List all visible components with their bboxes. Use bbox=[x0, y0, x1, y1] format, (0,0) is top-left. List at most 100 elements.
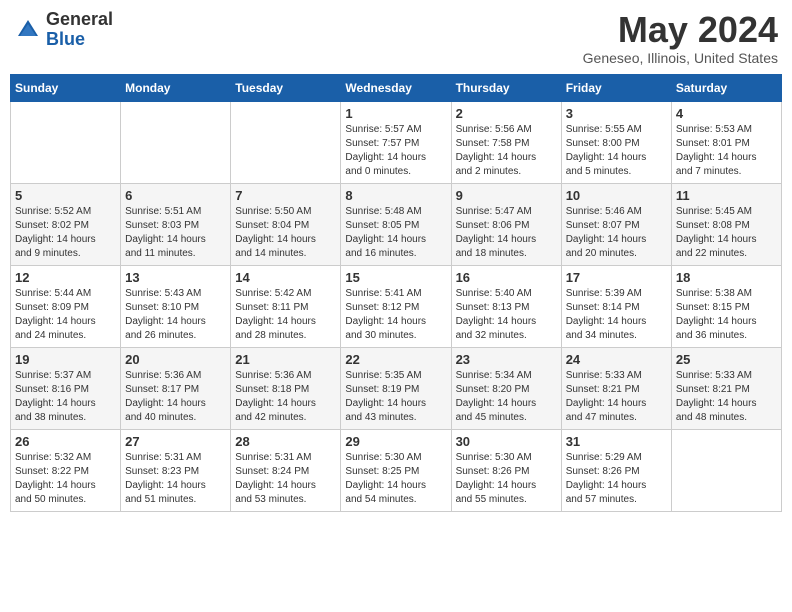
calendar-body: 1 Sunrise: 5:57 AM Sunset: 7:57 PM Daylig… bbox=[11, 101, 782, 511]
day-info: Sunrise: 5:36 AM Sunset: 8:17 PM Dayligh… bbox=[125, 369, 226, 425]
calendar-cell: 3Sunrise: 5:55 AM Sunset: 8:00 PM Daylig… bbox=[561, 101, 671, 183]
day-info: Sunrise: 5:31 AM Sunset: 8:23 PM Dayligh… bbox=[125, 451, 226, 507]
day-info: Sunrise: 5:37 AM Sunset: 8:16 PM Dayligh… bbox=[15, 369, 116, 425]
calendar-cell: 26 Sunrise: 5:32 AM Sunset: 8:22 PM Dayli… bbox=[11, 429, 121, 511]
day-number: 10 bbox=[566, 188, 667, 203]
day-info: Sunrise: 5:35 AM Sunset: 8:19 PM Dayligh… bbox=[345, 369, 446, 425]
day-info: Sunrise: 5:45 AM Sunset: 8:08 PM Dayligh… bbox=[676, 205, 777, 261]
day-number: 15 bbox=[345, 270, 446, 285]
calendar-cell: 23 Sunrise: 5:34 AM Sunset: 8:20 PM Dayli… bbox=[451, 347, 561, 429]
calendar-cell: 24Sunrise: 5:33 AM Sunset: 8:21 PM Dayli… bbox=[561, 347, 671, 429]
logo-text: General Blue bbox=[46, 10, 113, 50]
weekday-header-thursday: Thursday bbox=[451, 74, 561, 101]
day-number: 5 bbox=[15, 188, 116, 203]
calendar-cell: 27 Sunrise: 5:31 AM Sunset: 8:23 PM Dayli… bbox=[121, 429, 231, 511]
weekday-header-friday: Friday bbox=[561, 74, 671, 101]
day-info: Sunrise: 5:57 AM Sunset: 7:57 PM Dayligh… bbox=[345, 123, 446, 179]
calendar-cell bbox=[121, 101, 231, 183]
day-number: 13 bbox=[125, 270, 226, 285]
day-number: 18 bbox=[676, 270, 777, 285]
logo-blue-text: Blue bbox=[46, 30, 113, 50]
calendar-cell: 8 Sunrise: 5:48 AM Sunset: 8:05 PM Daylig… bbox=[341, 183, 451, 265]
day-info: Sunrise: 5:46 AM Sunset: 8:07 PM Dayligh… bbox=[566, 205, 667, 261]
calendar-cell: 5 Sunrise: 5:52 AM Sunset: 8:02 PM Daylig… bbox=[11, 183, 121, 265]
day-info: Sunrise: 5:34 AM Sunset: 8:20 PM Dayligh… bbox=[456, 369, 557, 425]
calendar-cell: 18 Sunrise: 5:38 AM Sunset: 8:15 PM Dayli… bbox=[671, 265, 781, 347]
calendar-cell: 11 Sunrise: 5:45 AM Sunset: 8:08 PM Dayli… bbox=[671, 183, 781, 265]
calendar-week-2: 5 Sunrise: 5:52 AM Sunset: 8:02 PM Daylig… bbox=[11, 183, 782, 265]
day-number: 19 bbox=[15, 352, 116, 367]
calendar-cell: 17 Sunrise: 5:39 AM Sunset: 8:14 PM Dayli… bbox=[561, 265, 671, 347]
calendar-cell: 16Sunrise: 5:40 AM Sunset: 8:13 PM Dayli… bbox=[451, 265, 561, 347]
calendar-cell: 22 Sunrise: 5:35 AM Sunset: 8:19 PM Dayli… bbox=[341, 347, 451, 429]
day-info: Sunrise: 5:44 AM Sunset: 8:09 PM Dayligh… bbox=[15, 287, 116, 343]
day-number: 22 bbox=[345, 352, 446, 367]
calendar-header: SundayMondayTuesdayWednesdayThursdayFrid… bbox=[11, 74, 782, 101]
day-info: Sunrise: 5:38 AM Sunset: 8:15 PM Dayligh… bbox=[676, 287, 777, 343]
day-number: 8 bbox=[345, 188, 446, 203]
day-number: 27 bbox=[125, 434, 226, 449]
calendar-cell: 29 Sunrise: 5:30 AM Sunset: 8:25 PM Dayli… bbox=[341, 429, 451, 511]
day-number: 14 bbox=[235, 270, 336, 285]
calendar-cell: 25 Sunrise: 5:33 AM Sunset: 8:21 PM Dayli… bbox=[671, 347, 781, 429]
calendar-cell: 15 Sunrise: 5:41 AM Sunset: 8:12 PM Dayli… bbox=[341, 265, 451, 347]
day-number: 23 bbox=[456, 352, 557, 367]
day-number: 2 bbox=[456, 106, 557, 121]
day-info: Sunrise: 5:43 AM Sunset: 8:10 PM Dayligh… bbox=[125, 287, 226, 343]
day-info: Sunrise: 5:41 AM Sunset: 8:12 PM Dayligh… bbox=[345, 287, 446, 343]
day-info: Sunrise: 5:56 AM Sunset: 7:58 PM Dayligh… bbox=[456, 123, 557, 179]
title-block: May 2024 Geneseo, Illinois, United State… bbox=[583, 10, 778, 66]
month-title: May 2024 bbox=[583, 10, 778, 50]
day-number: 26 bbox=[15, 434, 116, 449]
day-number: 1 bbox=[345, 106, 446, 121]
logo-icon bbox=[14, 16, 42, 44]
calendar-cell: 14 Sunrise: 5:42 AM Sunset: 8:11 PM Dayli… bbox=[231, 265, 341, 347]
day-number: 29 bbox=[345, 434, 446, 449]
day-number: 9 bbox=[456, 188, 557, 203]
day-info: Sunrise: 5:48 AM Sunset: 8:05 PM Dayligh… bbox=[345, 205, 446, 261]
calendar-cell: 7Sunrise: 5:50 AM Sunset: 8:04 PM Daylig… bbox=[231, 183, 341, 265]
calendar-cell bbox=[231, 101, 341, 183]
day-info: Sunrise: 5:50 AM Sunset: 8:04 PM Dayligh… bbox=[235, 205, 336, 261]
day-info: Sunrise: 5:33 AM Sunset: 8:21 PM Dayligh… bbox=[566, 369, 667, 425]
day-info: Sunrise: 5:39 AM Sunset: 8:14 PM Dayligh… bbox=[566, 287, 667, 343]
calendar-week-5: 26 Sunrise: 5:32 AM Sunset: 8:22 PM Dayli… bbox=[11, 429, 782, 511]
day-number: 6 bbox=[125, 188, 226, 203]
calendar-cell: 4Sunrise: 5:53 AM Sunset: 8:01 PM Daylig… bbox=[671, 101, 781, 183]
day-number: 21 bbox=[235, 352, 336, 367]
calendar-cell: 21Sunrise: 5:36 AM Sunset: 8:18 PM Dayli… bbox=[231, 347, 341, 429]
day-number: 31 bbox=[566, 434, 667, 449]
day-info: Sunrise: 5:31 AM Sunset: 8:24 PM Dayligh… bbox=[235, 451, 336, 507]
weekday-header-monday: Monday bbox=[121, 74, 231, 101]
page-header: General Blue May 2024 Geneseo, Illinois,… bbox=[10, 10, 782, 66]
calendar-table: SundayMondayTuesdayWednesdayThursdayFrid… bbox=[10, 74, 782, 512]
day-info: Sunrise: 5:30 AM Sunset: 8:26 PM Dayligh… bbox=[456, 451, 557, 507]
day-info: Sunrise: 5:40 AM Sunset: 8:13 PM Dayligh… bbox=[456, 287, 557, 343]
day-number: 20 bbox=[125, 352, 226, 367]
day-info: Sunrise: 5:33 AM Sunset: 8:21 PM Dayligh… bbox=[676, 369, 777, 425]
weekday-header-wednesday: Wednesday bbox=[341, 74, 451, 101]
day-info: Sunrise: 5:30 AM Sunset: 8:25 PM Dayligh… bbox=[345, 451, 446, 507]
calendar-cell: 1 Sunrise: 5:57 AM Sunset: 7:57 PM Daylig… bbox=[341, 101, 451, 183]
day-info: Sunrise: 5:52 AM Sunset: 8:02 PM Dayligh… bbox=[15, 205, 116, 261]
weekday-header-sunday: Sunday bbox=[11, 74, 121, 101]
calendar-cell: 28 Sunrise: 5:31 AM Sunset: 8:24 PM Dayli… bbox=[231, 429, 341, 511]
calendar-cell: 20 Sunrise: 5:36 AM Sunset: 8:17 PM Dayli… bbox=[121, 347, 231, 429]
day-number: 25 bbox=[676, 352, 777, 367]
calendar-cell: 13 Sunrise: 5:43 AM Sunset: 8:10 PM Dayli… bbox=[121, 265, 231, 347]
calendar-week-1: 1 Sunrise: 5:57 AM Sunset: 7:57 PM Daylig… bbox=[11, 101, 782, 183]
calendar-cell: 19 Sunrise: 5:37 AM Sunset: 8:16 PM Dayli… bbox=[11, 347, 121, 429]
day-info: Sunrise: 5:53 AM Sunset: 8:01 PM Dayligh… bbox=[676, 123, 777, 179]
day-info: Sunrise: 5:29 AM Sunset: 8:26 PM Dayligh… bbox=[566, 451, 667, 507]
calendar-cell bbox=[11, 101, 121, 183]
day-number: 17 bbox=[566, 270, 667, 285]
day-number: 11 bbox=[676, 188, 777, 203]
day-info: Sunrise: 5:55 AM Sunset: 8:00 PM Dayligh… bbox=[566, 123, 667, 179]
day-info: Sunrise: 5:32 AM Sunset: 8:22 PM Dayligh… bbox=[15, 451, 116, 507]
calendar-cell: 10 Sunrise: 5:46 AM Sunset: 8:07 PM Dayli… bbox=[561, 183, 671, 265]
day-info: Sunrise: 5:51 AM Sunset: 8:03 PM Dayligh… bbox=[125, 205, 226, 261]
calendar-cell: 6 Sunrise: 5:51 AM Sunset: 8:03 PM Daylig… bbox=[121, 183, 231, 265]
day-number: 28 bbox=[235, 434, 336, 449]
day-info: Sunrise: 5:42 AM Sunset: 8:11 PM Dayligh… bbox=[235, 287, 336, 343]
calendar-week-4: 19 Sunrise: 5:37 AM Sunset: 8:16 PM Dayli… bbox=[11, 347, 782, 429]
